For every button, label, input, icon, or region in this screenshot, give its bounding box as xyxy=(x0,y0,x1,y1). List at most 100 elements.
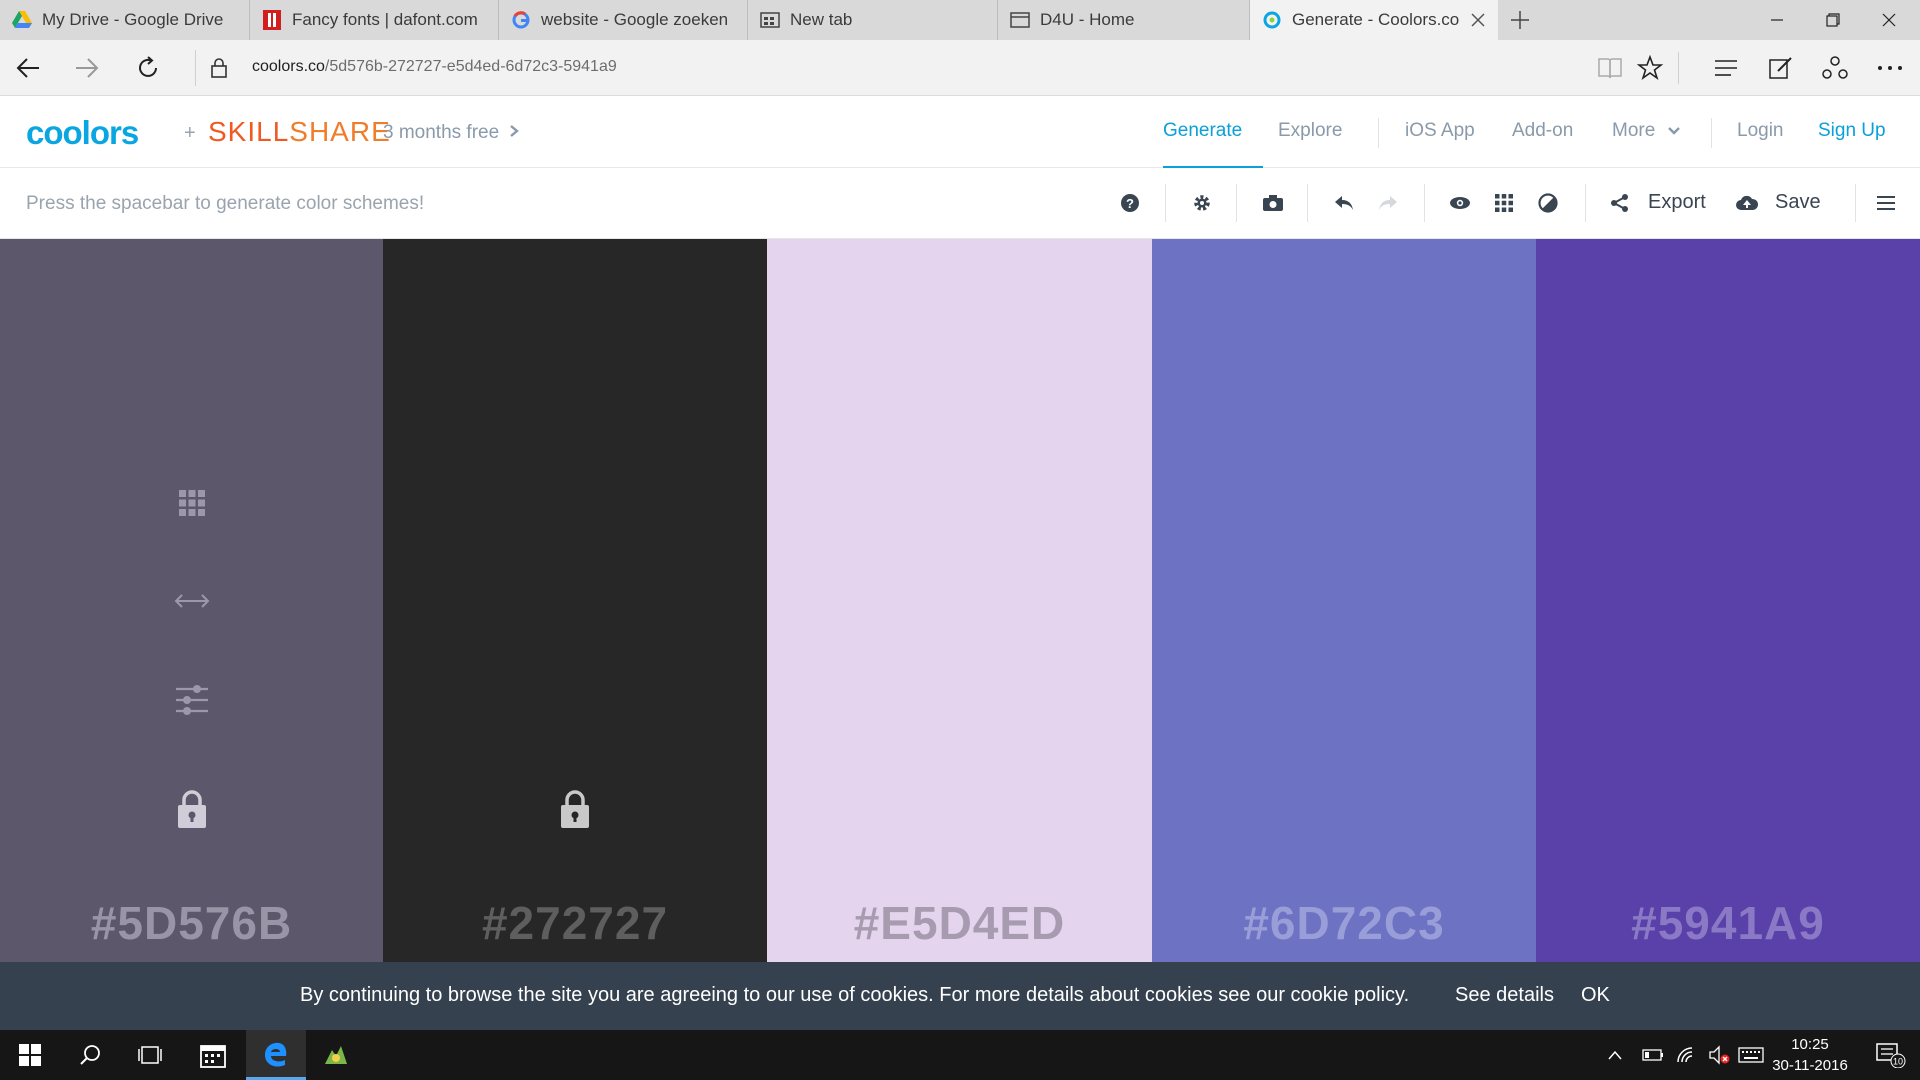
coolors-logo[interactable]: coolors xyxy=(26,114,139,152)
hex-code[interactable]: #5941A9 xyxy=(1536,896,1920,950)
more-options-icon[interactable] xyxy=(1876,54,1904,82)
lock-icon[interactable] xyxy=(555,789,595,829)
close-tab-icon[interactable] xyxy=(1468,10,1488,30)
wifi-icon[interactable] xyxy=(1670,1030,1704,1080)
hex-code[interactable]: #E5D4ED xyxy=(767,896,1152,950)
game-app-icon[interactable] xyxy=(306,1030,366,1080)
tab-d4u-home[interactable]: D4U - Home xyxy=(998,0,1250,40)
windows-start-icon[interactable] xyxy=(0,1030,60,1080)
page-icon xyxy=(1010,10,1030,30)
action-center-icon[interactable]: 10 xyxy=(1866,1030,1916,1080)
view-eye-icon[interactable] xyxy=(1447,190,1473,216)
hex-code[interactable]: #5D576B xyxy=(0,896,383,950)
settings-gear-icon[interactable] xyxy=(1189,190,1215,216)
coolors-icon xyxy=(1262,10,1282,30)
skillshare-logo-part: SKILL xyxy=(208,116,290,147)
clock-time: 10:25 xyxy=(1791,1036,1829,1053)
system-clock[interactable]: 10:25 30-11-2016 xyxy=(1760,1034,1860,1076)
tab-google-drive[interactable]: My Drive - Google Drive xyxy=(0,0,250,40)
nav-signup[interactable]: Sign Up xyxy=(1818,120,1886,142)
tab-title: D4U - Home xyxy=(1040,10,1135,29)
hex-code[interactable]: #272727 xyxy=(383,896,767,950)
windows-taskbar: 10:25 30-11-2016 10 xyxy=(0,1030,1920,1080)
shades-grid-icon[interactable] xyxy=(172,483,212,523)
share-icon[interactable] xyxy=(1821,54,1849,82)
site-header: coolors + SKILLSHARE 3 months free Gener… xyxy=(0,96,1920,168)
tab-dafont[interactable]: Fancy fonts | dafont.com xyxy=(250,0,499,40)
drag-arrows-icon[interactable] xyxy=(172,581,212,621)
nav-generate[interactable]: Generate xyxy=(1163,120,1242,142)
task-view-icon[interactable] xyxy=(120,1030,180,1080)
hub-icon[interactable] xyxy=(1712,54,1740,82)
forward-arrow-icon[interactable] xyxy=(71,52,103,84)
divider xyxy=(195,50,196,86)
lock-icon xyxy=(203,52,235,84)
nav-more-label: More xyxy=(1612,120,1656,141)
color-column[interactable]: #5941A9 xyxy=(1536,239,1920,962)
adjust-sliders-icon[interactable] xyxy=(172,680,212,720)
calendar-app-icon[interactable] xyxy=(183,1030,243,1080)
divider xyxy=(1165,184,1166,222)
help-icon[interactable]: ? xyxy=(1117,190,1143,216)
export-button[interactable]: Export xyxy=(1648,191,1706,214)
new-tab-plus-icon[interactable] xyxy=(1508,8,1532,32)
skillshare-logo-part: SHARE xyxy=(289,116,391,147)
grid-view-icon[interactable] xyxy=(1491,190,1517,216)
tab-new-tab[interactable]: New tab xyxy=(748,0,998,40)
plus-sign: + xyxy=(184,122,196,144)
hamburger-menu-icon[interactable] xyxy=(1873,190,1899,216)
nav-explore[interactable]: Explore xyxy=(1278,120,1342,142)
url-field[interactable]: coolors.co/5d576b-272727-e5d4ed-6d72c3-5… xyxy=(252,58,617,76)
hex-code[interactable]: #6D72C3 xyxy=(1152,896,1536,950)
share-nodes-icon[interactable] xyxy=(1607,190,1633,216)
web-note-icon[interactable] xyxy=(1767,54,1795,82)
skillshare-logo[interactable]: SKILLSHARE xyxy=(208,116,391,148)
cloud-upload-icon[interactable] xyxy=(1734,190,1760,216)
tab-title: Fancy fonts | dafont.com xyxy=(292,10,478,29)
minimize-window-icon[interactable] xyxy=(1749,0,1805,40)
divider xyxy=(1585,184,1586,222)
spacebar-hint: Press the spacebar to generate color sch… xyxy=(26,193,425,214)
divider xyxy=(1236,184,1237,222)
url-path: /5d576b-272727-e5d4ed-6d72c3-5941a9 xyxy=(324,58,617,75)
lock-icon[interactable] xyxy=(172,789,212,829)
cookie-message: By continuing to browse the site you are… xyxy=(300,984,1410,1006)
nav-more[interactable]: More xyxy=(1612,120,1681,142)
promo-link[interactable]: 3 months free xyxy=(383,122,520,144)
back-arrow-icon[interactable] xyxy=(12,52,44,84)
google-drive-icon xyxy=(12,10,32,30)
color-column[interactable]: #6D72C3 xyxy=(1152,239,1536,962)
new-tab-icon xyxy=(760,10,780,30)
color-column[interactable]: #5D576B xyxy=(0,239,383,962)
refresh-icon[interactable] xyxy=(132,52,164,84)
favorite-star-icon[interactable] xyxy=(1636,54,1664,82)
svg-text:?: ? xyxy=(1126,196,1134,211)
tab-title: website - Google zoeken xyxy=(541,10,729,29)
notification-count: 10 xyxy=(1893,1057,1903,1067)
clock-date: 30-11-2016 xyxy=(1772,1057,1848,1074)
edge-browser-icon[interactable] xyxy=(246,1030,306,1080)
cookie-ok-button[interactable]: OK xyxy=(1581,984,1610,1007)
close-window-icon[interactable] xyxy=(1861,0,1917,40)
see-details-link[interactable]: See details xyxy=(1455,984,1554,1007)
tab-coolors-active[interactable]: Generate - Coolors.co xyxy=(1250,0,1498,40)
battery-icon[interactable] xyxy=(1636,1030,1670,1080)
divider xyxy=(1307,184,1308,222)
color-column[interactable]: #E5D4ED xyxy=(767,239,1152,962)
redo-icon[interactable] xyxy=(1375,190,1401,216)
save-button[interactable]: Save xyxy=(1775,191,1821,214)
color-column[interactable]: #272727 xyxy=(383,239,767,962)
restore-window-icon[interactable] xyxy=(1805,0,1861,40)
camera-icon[interactable] xyxy=(1260,190,1286,216)
search-icon[interactable] xyxy=(60,1030,120,1080)
volume-muted-icon[interactable] xyxy=(1702,1030,1736,1080)
nav-ios-app[interactable]: iOS App xyxy=(1405,120,1475,142)
reading-view-icon[interactable] xyxy=(1596,54,1624,82)
undo-icon[interactable] xyxy=(1331,190,1357,216)
chevron-up-icon[interactable] xyxy=(1600,1030,1630,1080)
nav-addon[interactable]: Add-on xyxy=(1512,120,1573,142)
color-contrast-icon[interactable] xyxy=(1535,190,1561,216)
nav-login[interactable]: Login xyxy=(1737,120,1784,142)
tab-google-search[interactable]: website - Google zoeken xyxy=(499,0,748,40)
chevron-right-icon xyxy=(509,122,520,144)
